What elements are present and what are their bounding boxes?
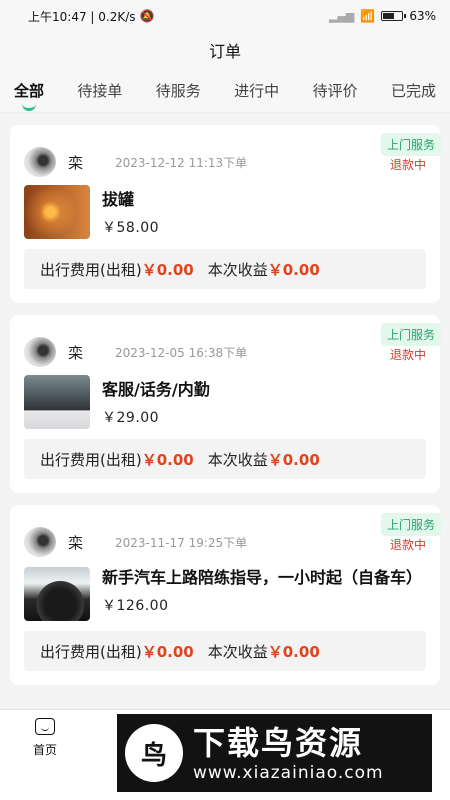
service-tag: 上门服务 [380, 323, 441, 346]
watermark: 鸟 下载鸟资源 www.xiazainiao.com [117, 714, 432, 792]
order-time: 2023-11-17 19:25下单 [115, 535, 248, 550]
fee-summary: 出行费用(出租) ￥0.00 本次收益 ￥0.00 [24, 249, 426, 289]
battery-percent: 63% [409, 9, 436, 23]
service-tag: 上门服务 [380, 133, 441, 156]
status-time-speed: 上午10:47 | 0.2K/s [28, 9, 136, 24]
order-status: 退款中 [389, 158, 426, 172]
order-status: 退款中 [389, 348, 426, 362]
income-label: 本次收益 [207, 450, 268, 469]
order-card[interactable]: 上门服务 退款中 栾 2023-11-17 19:25下单 新手汽车上路陪练指导… [10, 505, 441, 685]
order-time: 2023-12-05 16:38下单 [115, 345, 248, 360]
service-price: ￥58.00 [102, 220, 160, 236]
travel-fee-label: 出行费用(出租) [40, 260, 142, 279]
battery-fill [383, 13, 394, 19]
service-name: 新手汽车上路陪练指导，一小时起（自备车） [102, 568, 423, 587]
tab-in-progress[interactable]: 进行中 [234, 72, 279, 109]
avatar [24, 147, 56, 177]
service-thumbnail [24, 567, 90, 621]
service-name: 客服/话务/内勤 [102, 380, 210, 399]
customer-name: 栾 [68, 153, 84, 172]
income-value: ￥0.00 [267, 450, 320, 469]
customer-name: 栾 [68, 533, 84, 552]
home-icon [35, 718, 55, 735]
order-time: 2023-12-12 11:13下单 [115, 155, 248, 170]
signal-icon: ▂▄▆ [328, 9, 355, 23]
tab-label: 已完成 [390, 81, 436, 100]
travel-fee-value: ￥0.00 [141, 642, 194, 661]
fee-summary: 出行费用(出租) ￥0.00 本次收益 ￥0.00 [24, 439, 426, 479]
order-card[interactable]: 上门服务 退款中 栾 2023-12-12 11:13下单 拔罐 ￥58.00 … [10, 125, 441, 303]
watermark-url: www.xiazainiao.com [193, 763, 384, 783]
battery-icon [381, 11, 407, 21]
service-name: 拔罐 [102, 190, 135, 209]
bottom-navigation: 首页 鸟 下载鸟资源 www.xiazainiao.com [0, 709, 450, 800]
avatar [24, 337, 56, 367]
tab-pending-accept[interactable]: 待接单 [77, 72, 122, 109]
order-status: 退款中 [389, 538, 426, 552]
tab-label: 待接单 [77, 81, 123, 100]
tab-all[interactable]: 全部 [14, 72, 45, 111]
tab-label: 全部 [14, 81, 45, 100]
service-tag: 上门服务 [380, 513, 441, 536]
active-tab-indicator [22, 104, 36, 111]
watermark-logo: 鸟 [125, 724, 183, 782]
travel-fee-value: ￥0.00 [141, 260, 194, 279]
wifi-icon: 📶 [360, 9, 376, 23]
tab-pending-service[interactable]: 待服务 [156, 72, 201, 109]
service-price: ￥126.00 [102, 598, 169, 614]
income-value: ￥0.00 [267, 642, 320, 661]
tab-pending-review[interactable]: 待评价 [313, 72, 358, 109]
fee-summary: 出行费用(出租) ￥0.00 本次收益 ￥0.00 [24, 631, 426, 671]
order-tabs: 全部 待接单 待服务 进行中 待评价 已完成 [0, 68, 450, 113]
nav-home-label: 首页 [32, 743, 57, 757]
customer-name: 栾 [68, 343, 84, 362]
service-thumbnail [24, 185, 90, 239]
service-price: ￥29.00 [102, 410, 160, 426]
travel-fee-label: 出行费用(出租) [40, 450, 142, 469]
page-title: 订单 [208, 42, 241, 61]
tab-completed[interactable]: 已完成 [391, 72, 436, 109]
page-header: 订单 [0, 32, 450, 68]
travel-fee-value: ￥0.00 [141, 450, 194, 469]
travel-fee-label: 出行费用(出租) [40, 642, 142, 661]
nav-home[interactable]: 首页 [25, 718, 65, 758]
income-value: ￥0.00 [267, 260, 320, 279]
service-thumbnail [24, 375, 90, 429]
order-list: 上门服务 退款中 栾 2023-12-12 11:13下单 拔罐 ￥58.00 … [0, 113, 450, 685]
order-card[interactable]: 上门服务 退款中 栾 2023-12-05 16:38下单 客服/话务/内勤 ￥… [10, 315, 441, 493]
status-bar: 上午10:47 | 0.2K/s 🔕 ▂▄▆ 📶 63% [0, 0, 450, 32]
tab-label: 待服务 [155, 81, 201, 100]
income-label: 本次收益 [207, 642, 268, 661]
tab-label: 进行中 [234, 81, 280, 100]
watermark-title: 下载鸟资源 [193, 724, 364, 762]
avatar [24, 527, 56, 557]
mute-icon: 🔕 [139, 9, 155, 23]
tab-label: 待评价 [312, 81, 358, 100]
income-label: 本次收益 [207, 260, 268, 279]
watermark-logo-char: 鸟 [140, 740, 167, 771]
